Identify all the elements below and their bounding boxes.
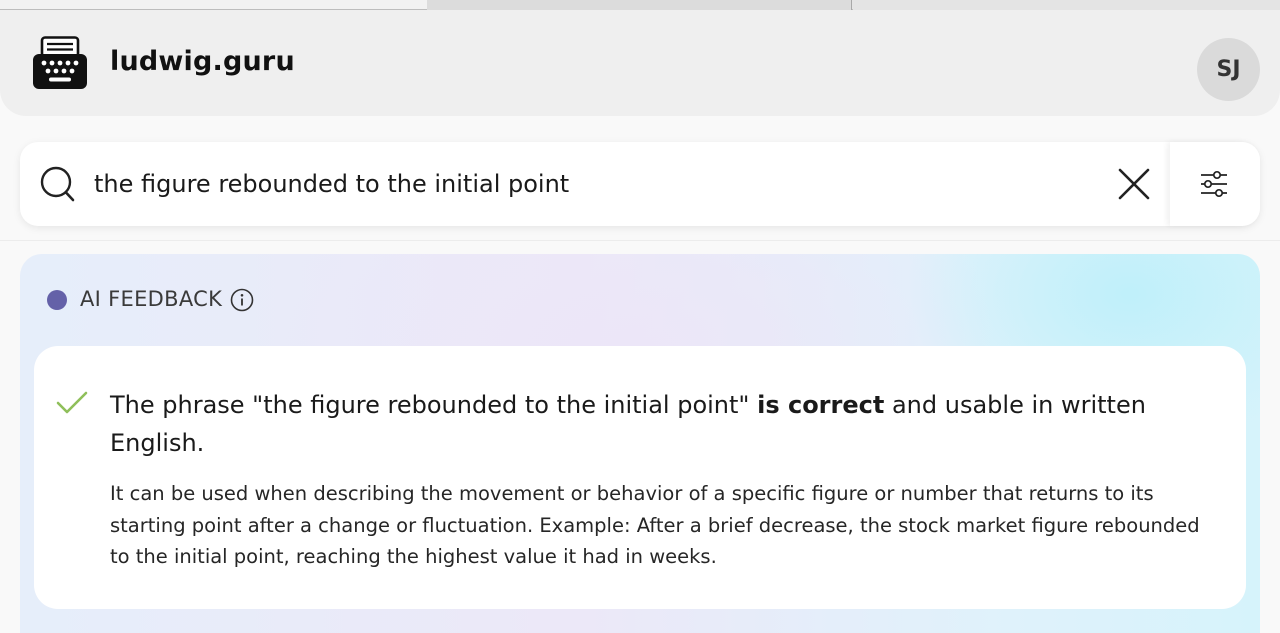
headline-text: The phrase "the figure rebounded to the … [110, 391, 758, 419]
browser-tab-strip [0, 0, 1280, 10]
avatar[interactable]: SJ [1197, 38, 1260, 101]
typewriter-icon[interactable] [32, 36, 88, 90]
close-icon[interactable] [1116, 166, 1152, 202]
check-icon [56, 390, 88, 416]
search-bar [20, 142, 1260, 226]
status-dot [47, 290, 67, 310]
feedback-headline: The phrase "the figure rebounded to the … [110, 386, 1220, 462]
browser-tab-active[interactable] [0, 0, 427, 10]
feedback-card: The phrase "the figure rebounded to the … [34, 346, 1246, 609]
search-input[interactable] [94, 162, 1104, 206]
info-icon[interactable] [230, 288, 254, 312]
divider [0, 240, 1280, 241]
ai-feedback-panel: AI FEEDBACK The phrase "the figure rebou… [20, 254, 1260, 633]
browser-tab[interactable] [427, 0, 852, 10]
site-header: ludwig.guru SJ [0, 10, 1280, 116]
browser-tab[interactable] [853, 0, 1280, 10]
ai-feedback-label: AI FEEDBACK [80, 287, 223, 311]
filter-button[interactable] [1170, 142, 1260, 226]
sliders-icon [1201, 170, 1227, 198]
site-name[interactable]: ludwig.guru [110, 46, 295, 77]
search-icon [40, 166, 76, 204]
verdict-text: is correct [757, 391, 885, 419]
feedback-explanation: It can be used when describing the movem… [110, 482, 1200, 568]
